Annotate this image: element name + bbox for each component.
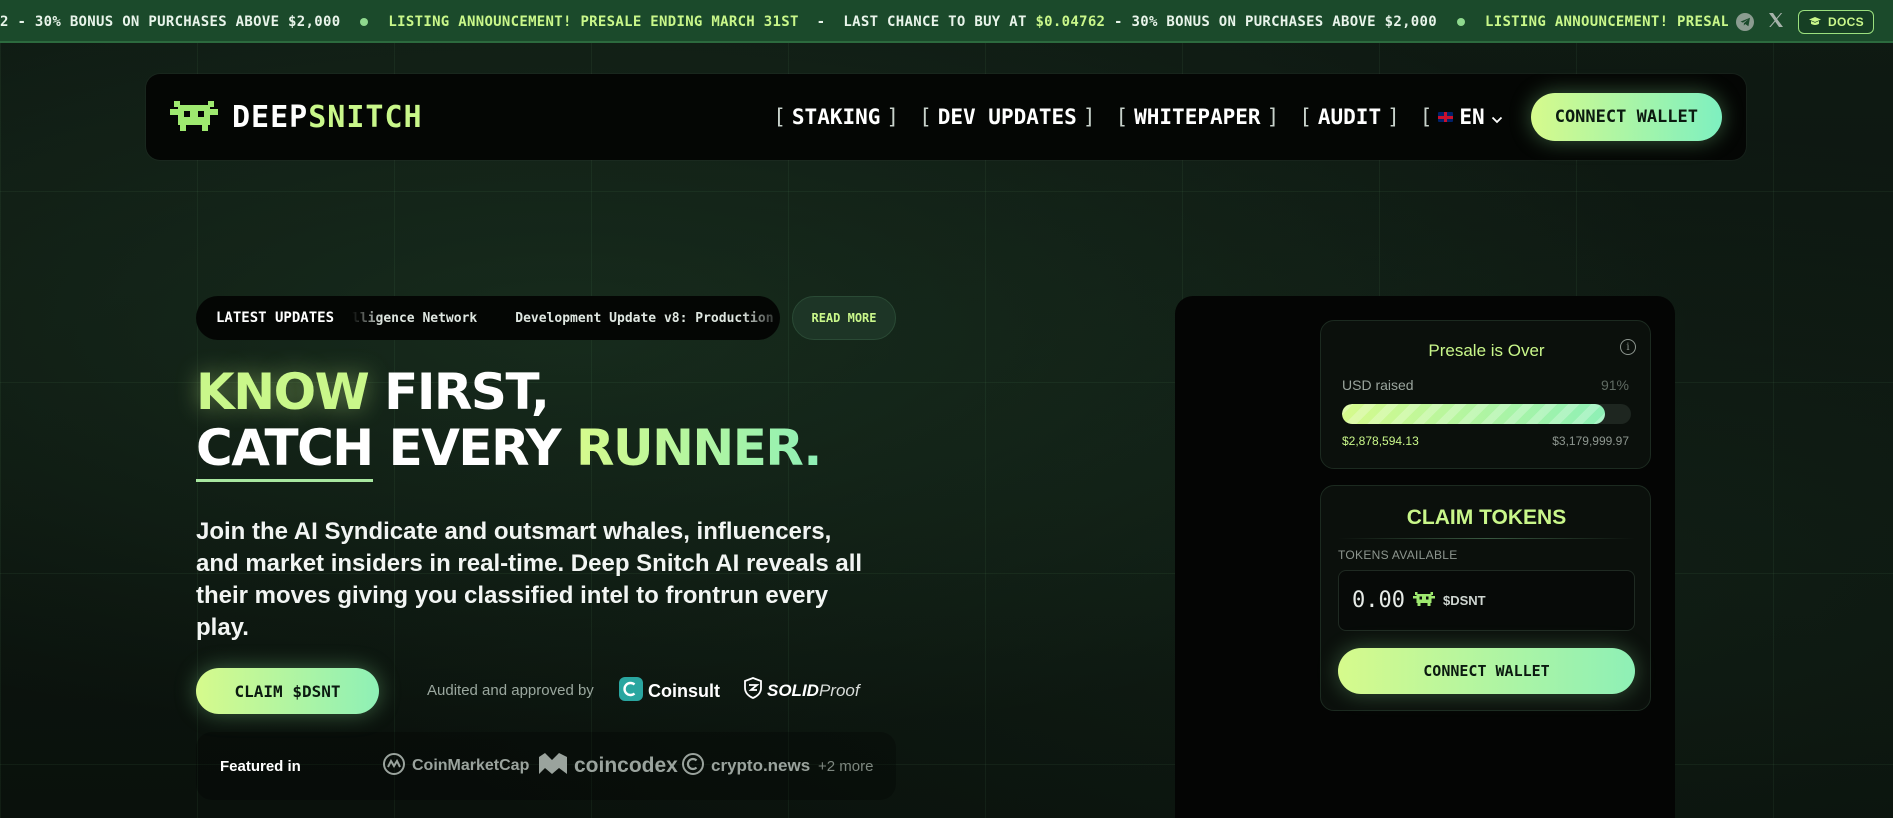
language-label: EN <box>1459 105 1485 129</box>
hero-description: Join the AI Syndicate and outsmart whale… <box>196 518 863 641</box>
x-twitter-icon[interactable] <box>1768 12 1784 32</box>
headline-line-1: KNOW FIRST, <box>196 364 821 420</box>
ticker-track: 2 - 30% BONUS ON PURCHASES ABOVE $2,000 … <box>0 0 1813 41</box>
ticker-listing-text: LISTING ANNOUNCEMENT! PRESALE ENDING MAR… <box>388 13 799 30</box>
tokens-available-value: 0.00 <box>1352 588 1405 613</box>
nav-link-label: STAKING <box>791 105 881 129</box>
nav-link-staking[interactable]: [STAKING] <box>773 105 899 129</box>
raised-percent: 91% <box>1600 377 1629 393</box>
ticker-price: $0.04762 <box>1035 13 1106 30</box>
presale-progress-fill <box>1342 404 1605 424</box>
presale-title: Presale is Over <box>1428 341 1545 360</box>
coinsult-logo[interactable]: Coinsult <box>619 677 720 706</box>
coinsult-name: Coinsult <box>648 681 720 701</box>
solidproof-logo[interactable]: SOLIDProof <box>743 677 860 704</box>
docs-button[interactable]: DOCS <box>1798 9 1874 34</box>
coinmarketcap-logo[interactable]: CoinMarketCap <box>382 752 529 781</box>
headline-word-catch: CATCH <box>196 419 374 482</box>
ticker-bonus-text: 2 - 30% BONUS ON PURCHASES ABOVE $2,000 <box>0 13 341 30</box>
coincodex-logo[interactable]: coincodex <box>538 751 678 781</box>
presale-status-card: Presale is Over i USD raised 91% $2,878,… <box>1320 320 1651 469</box>
nav-link-dev-updates[interactable]: [DEV UPDATES] <box>919 105 1095 129</box>
hero-headline: KNOW FIRST, CATCH EVERY RUNNER. <box>196 364 822 482</box>
claim-connect-wallet-button[interactable]: CONNECT WALLET <box>1338 648 1635 694</box>
logo[interactable]: DEEPSNITCH <box>170 97 423 138</box>
featured-in-label: Featured in <box>220 757 301 775</box>
announcement-ticker: 2 - 30% BONUS ON PURCHASES ABOVE $2,000 … <box>0 0 1893 43</box>
crypto-news-name: crypto.news <box>711 756 811 775</box>
ticker-last-chance: LAST CHANCE TO BUY AT $0.04762 - 30% BON… <box>829 14 1451 30</box>
tokens-available-label: TOKENS AVAILABLE <box>1338 548 1458 562</box>
connect-wallet-button[interactable]: CONNECT WALLET <box>1530 93 1722 141</box>
coinmarketcap-name: CoinMarketCap <box>412 757 530 774</box>
docs-label: DOCS <box>1828 14 1864 29</box>
nav-link-label: DEV UPDATES <box>937 105 1077 129</box>
headline-word-every: EVERY <box>388 419 562 477</box>
shield-icon <box>743 677 763 704</box>
logo-word-deep: DEEP <box>232 99 309 135</box>
read-more-button[interactable]: READ MORE <box>792 296 896 340</box>
telegram-icon[interactable] <box>1736 12 1754 31</box>
token-symbol: $DSNT <box>1442 593 1486 608</box>
language-selector[interactable]: [ EN <box>1420 105 1503 129</box>
ticker-social-links: DOCS <box>1728 0 1893 41</box>
snitch-mascot-icon <box>170 97 218 138</box>
logo-wordmark: DEEPSNITCH <box>232 100 423 135</box>
more-outlets-link[interactable]: +2 more <box>818 758 873 775</box>
nav-link-label: WHITEPAPER <box>1134 105 1261 129</box>
ticker-separator: - <box>816 13 826 30</box>
ticker-last-chance-text: LAST CHANCE TO BUY AT <box>843 13 1027 30</box>
nav-link-label: AUDIT <box>1317 105 1382 129</box>
featured-in-bar: Featured in CoinMarketCap coincodex cryp… <box>196 732 896 800</box>
coinsult-icon <box>619 677 643 706</box>
latest-updates-bar: LATEST UPDATES lligence Network Developm… <box>196 296 780 340</box>
amount-raised: $2,878,594.13 <box>1342 434 1419 448</box>
headline-word-know: KNOW <box>196 363 370 421</box>
coincodex-name: coincodex <box>574 754 678 777</box>
crypto-news-icon <box>681 752 705 781</box>
claim-divider <box>1338 538 1635 539</box>
chevron-down-icon <box>1491 105 1503 129</box>
solidproof-name-rest: Proof <box>818 680 860 700</box>
claim-dsnt-button[interactable]: CLAIM $DSNT <box>196 668 379 714</box>
solidproof-name: SOLIDProof <box>767 681 860 701</box>
nav-links: [STAKING] [DEV UPDATES] [WHITEPAPER] [AU… <box>773 93 1722 141</box>
logo-word-snitch: SNITCH <box>308 99 423 135</box>
headline-word-runner: RUNNER. <box>575 419 822 477</box>
headline-line-2: CATCH EVERY RUNNER. <box>196 419 822 482</box>
updates-marquee: lligence Network Development Update v8: … <box>352 311 780 326</box>
audited-by-label: Audited and approved by <box>427 682 594 699</box>
nav-link-whitepaper[interactable]: [WHITEPAPER] <box>1115 105 1279 129</box>
book-icon <box>1808 15 1822 29</box>
claim-tokens-title: CLAIM TOKENS <box>1406 506 1567 529</box>
usd-raised-label: USD raised <box>1342 377 1414 393</box>
presale-progress-bar <box>1342 404 1631 424</box>
tokens-available-field: 0.00 $DSNT <box>1338 570 1635 631</box>
snitch-token-icon <box>1412 590 1435 612</box>
solidproof-name-bold: SOLID <box>767 680 819 700</box>
nav-link-audit[interactable]: [AUDIT] <box>1299 105 1400 129</box>
coincodex-icon <box>538 751 568 781</box>
crypto-news-logo[interactable]: crypto.news <box>681 752 810 781</box>
uk-flag-icon <box>1438 112 1454 122</box>
info-icon[interactable]: i <box>1620 339 1636 355</box>
latest-updates-label: LATEST UPDATES <box>216 310 335 326</box>
coinmarketcap-icon <box>382 752 406 781</box>
ticker-dot <box>1457 17 1465 26</box>
update-item[interactable]: Development Update v8: Production La <box>515 311 780 326</box>
presale-goal: $3,179,999.97 <box>1552 434 1629 448</box>
headline-word-first: FIRST, <box>384 363 550 421</box>
ticker-dot <box>360 17 369 26</box>
main-navbar: DEEPSNITCH [STAKING] [DEV UPDATES] [WHIT… <box>146 74 1746 160</box>
claim-tokens-card: CLAIM TOKENS TOKENS AVAILABLE 0.00 $DSNT… <box>1320 485 1651 711</box>
update-item[interactable]: lligence Network <box>352 311 477 326</box>
ticker-bonus-text-2: - 30% BONUS ON PURCHASES ABOVE $2,000 <box>1114 13 1437 30</box>
